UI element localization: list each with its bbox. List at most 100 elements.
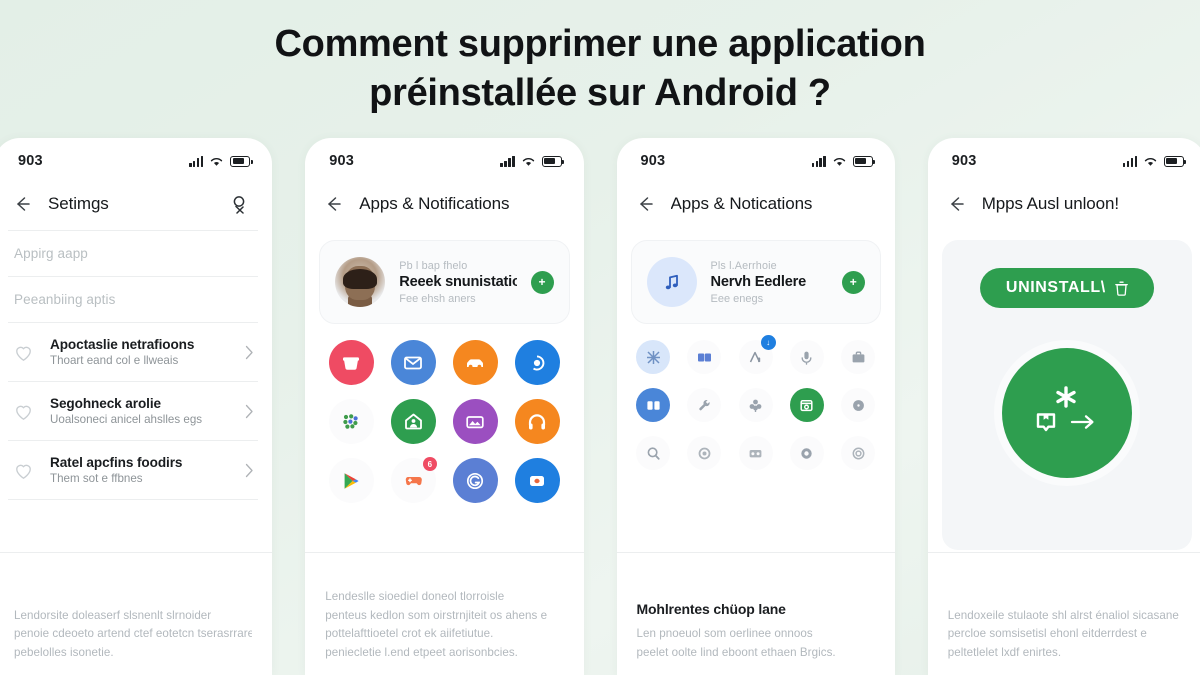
app-icon-cell[interactable] — [684, 436, 725, 470]
headphones-icon[interactable] — [514, 399, 560, 444]
search-icon[interactable] — [231, 195, 250, 214]
grammar-icon[interactable] — [452, 458, 498, 503]
footer-divider — [927, 552, 1200, 553]
app-cluster-icon[interactable] — [328, 399, 374, 444]
app-icon-cell[interactable]: ↓ — [735, 335, 776, 374]
music-note-avatar — [646, 257, 697, 307]
settings-search-row-1[interactable]: Appirg aapp — [0, 231, 272, 276]
phone-panels-row: 903 Setimgs Appirg aapp Peeanbiing aptis… — [0, 138, 1200, 675]
app-icon-cell[interactable] — [387, 399, 439, 444]
settings-list-item[interactable]: Segohneck arolie Uoalsoneci anicel ahsll… — [0, 382, 272, 440]
add-badge[interactable]: + — [841, 270, 865, 294]
app-bar-title: Mpps Ausl unloon! — [981, 194, 1119, 213]
download-app-icon[interactable]: ↓ — [738, 335, 776, 374]
wrench-icon[interactable] — [687, 388, 722, 422]
app-icon-cell[interactable] — [786, 340, 827, 374]
app-icon-cell[interactable]: 6 — [387, 457, 439, 503]
app-icon-cell[interactable] — [838, 340, 879, 374]
app-icon-cell[interactable] — [325, 340, 377, 385]
book-icon[interactable] — [687, 340, 722, 374]
app-icon-cell[interactable] — [387, 340, 439, 385]
envelope-icon[interactable] — [390, 340, 436, 385]
app-icon-cell[interactable] — [633, 340, 674, 374]
app-icon-cell[interactable] — [735, 388, 776, 422]
app-icon-cell[interactable] — [449, 458, 501, 503]
tangle-icon[interactable] — [636, 340, 671, 374]
app-icon-cell[interactable] — [511, 399, 563, 444]
app-icon-cell[interactable] — [786, 436, 827, 470]
app-bar: Apps & Notifications — [305, 178, 583, 230]
settings-item-subtitle: Them sot e ffbnes — [50, 472, 143, 485]
app-icon-cell[interactable] — [325, 458, 377, 503]
camera-lens-icon[interactable] — [514, 340, 560, 385]
signal-icon — [811, 155, 826, 167]
app-icon-cell[interactable] — [633, 436, 674, 470]
app-bar-title: Apps & Notications — [670, 194, 813, 213]
mail-basket-icon[interactable] — [328, 340, 374, 385]
app-icon-cell[interactable] — [449, 340, 501, 385]
play-store-icon[interactable] — [328, 458, 374, 503]
card-text: Pls l.Aerrhoie Nervh Eedlere Eee enegs — [711, 260, 828, 305]
uninstall-button[interactable]: UNINSTALL\ — [979, 268, 1154, 308]
app-icon-cell[interactable] — [633, 388, 674, 422]
mask-icon[interactable] — [514, 458, 560, 503]
app-icon-grid: 6 — [319, 340, 569, 503]
caption-line: penoie cdeoeto artend ctef eotetcn tsera… — [14, 627, 253, 641]
back-arrow-icon[interactable] — [323, 194, 343, 214]
settings-search-row-2[interactable]: Peeanbiing aptis — [0, 277, 272, 322]
chevron-right-icon — [246, 345, 253, 359]
back-arrow-icon[interactable] — [635, 194, 655, 214]
card-eyebrow: Pb l bap fhelo — [399, 259, 468, 272]
battery-icon — [541, 155, 564, 167]
game-controller-icon[interactable]: 6 — [390, 457, 437, 503]
wifi-icon — [211, 157, 223, 166]
app-bar: Apps & Notications — [617, 178, 895, 230]
settings-list-item[interactable]: Apoctaslie netrafioons Thoart eand col e… — [0, 323, 272, 381]
dual-face-icon[interactable] — [738, 436, 773, 470]
trash-icon — [1114, 281, 1128, 296]
add-badge[interactable]: + — [530, 270, 554, 294]
app-icon-cell[interactable] — [786, 388, 827, 422]
car-icon[interactable] — [452, 340, 498, 385]
page-title-line-2: préinstallée sur Android ? — [369, 71, 831, 114]
app-info-card[interactable]: Pb l bap fhelo Reeek snunistations Fee e… — [319, 240, 570, 324]
phone-panel-app-list: 903 Apps & Notications Pls l.Aerrhoie Ne… — [616, 138, 895, 675]
asterisk-icon — [1056, 386, 1076, 408]
caption-line: Lendorsite doleaserf slsnenlt slrnoider — [14, 608, 212, 622]
gallery-icon[interactable] — [452, 399, 498, 444]
app-icon-cell[interactable] — [838, 388, 879, 422]
phone-panel-settings: 903 Setimgs Appirg aapp Peeanbiing aptis… — [0, 138, 273, 675]
app-info-card[interactable]: Pls l.Aerrhoie Nervh Eedlere Eee enegs + — [630, 240, 881, 324]
app-icon-cell[interactable] — [511, 340, 563, 385]
app-icon-cell[interactable] — [684, 340, 725, 374]
caption-body: Len pnoeuol som oerlinee onnoos peelet o… — [637, 625, 875, 663]
home-person-icon[interactable] — [390, 399, 436, 444]
app-icon-cell[interactable] — [838, 436, 879, 470]
microphone-icon[interactable] — [789, 340, 824, 374]
status-icons — [500, 155, 564, 167]
settings-list-item[interactable]: Ratel apcfins foodirs Them sot e ffbnes — [0, 441, 272, 499]
target-icon[interactable] — [841, 436, 876, 470]
install-box-icon[interactable] — [789, 388, 824, 422]
app-icon-cell[interactable] — [684, 388, 725, 422]
briefcase-icon[interactable] — [841, 340, 876, 374]
search-circle-icon[interactable] — [636, 436, 671, 470]
app-icon-cell[interactable] — [511, 458, 563, 503]
split-screen-icon[interactable] — [636, 388, 671, 422]
status-icons — [811, 155, 876, 167]
status-bar: 903 — [617, 138, 895, 178]
leaf-icon[interactable] — [738, 388, 773, 422]
footer-divider — [305, 552, 584, 553]
back-arrow-icon[interactable] — [12, 194, 32, 214]
app-bar: Mpps Ausl unloon! — [928, 178, 1200, 230]
disc-icon[interactable] — [841, 388, 876, 422]
back-arrow-icon[interactable] — [946, 194, 966, 214]
app-icon-cell[interactable] — [735, 436, 776, 470]
wifi-icon — [1144, 157, 1157, 166]
app-icon-grid: ↓ — [631, 335, 881, 470]
app-icon-cell[interactable] — [449, 399, 501, 444]
ring-icon[interactable] — [687, 436, 722, 470]
app-icon-cell[interactable] — [325, 399, 377, 444]
uninstall-stage: UNINSTALL\ — [941, 240, 1192, 550]
aperture-icon[interactable] — [789, 436, 824, 470]
